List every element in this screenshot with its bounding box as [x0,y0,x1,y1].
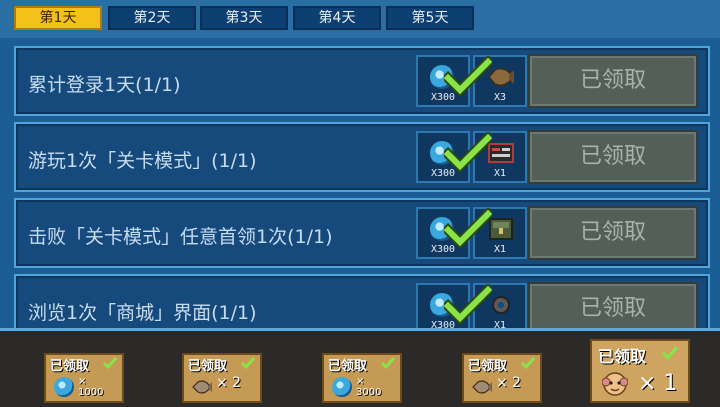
quantity-prefix: × [78,376,87,387]
coin-icon [54,377,74,397]
claimed-button[interactable]: 已领取 [528,130,698,184]
task-label: 累计登录1天(1/1) [28,74,181,96]
claimed-button[interactable]: 已领取 [528,206,698,260]
fish-icon [472,380,492,394]
tab-day-1[interactable]: 第1天 [14,6,102,30]
task-row: 累计登录1天(1/1) X300 X3 已领取 [14,46,710,116]
quantity-value: 1000 [78,387,104,398]
check-icon [380,357,396,370]
milestone-quantity: × 1 [638,371,678,396]
task-label: 击败「关卡模式」任意首领1次(1/1) [28,226,333,248]
task-row: 游玩1次「关卡模式」(1/1) X300 X1 已领取 [14,122,710,192]
task-row: 击败「关卡模式」任意首领1次(1/1) X300 X1 已领取 [14,198,710,268]
claimed-button[interactable]: 已领取 [528,54,698,108]
check-icon [520,357,536,370]
quantity-prefix: × [356,376,365,387]
tab-day-5[interactable]: 第5天 [386,6,474,30]
milestone-chest[interactable]: 已领取 × 3000 [322,353,402,403]
task-row: 浏览1次「商城」界面(1/1) X300 X1 已领取 [14,274,710,328]
milestone-quantity: × 2 [496,375,522,391]
check-icon [102,357,118,370]
tab-day-4[interactable]: 第4天 [293,6,381,30]
day-tabs: 第1天 第2天 第3天 第4天 第5天 [0,0,720,38]
check-icon [444,132,492,172]
check-icon [661,346,679,361]
monkey-icon [602,372,628,396]
milestone-quantity: × 3000 [356,376,381,398]
milestone-quantity: × 1000 [78,376,103,398]
task-label: 浏览1次「商城」界面(1/1) [28,302,257,324]
check-icon [444,284,492,324]
milestone-status: 已领取 [468,359,508,374]
milestone-chest-final[interactable]: 已领取 × 1 [590,339,690,403]
tab-day-3[interactable]: 第3天 [200,6,288,30]
milestone-status: 已领取 [188,359,228,374]
milestone-chest[interactable]: 已领取 × 1000 [44,353,124,403]
milestone-chest[interactable]: 已领取 × 2 [462,353,542,403]
task-list[interactable]: 累计登录1天(1/1) X300 X3 已领取 游玩1次「关卡模式」(1/1) … [0,38,720,328]
task-label: 游玩1次「关卡模式」(1/1) [28,150,257,172]
check-icon [240,357,256,370]
milestone-status: 已领取 [598,347,647,366]
tab-day-2[interactable]: 第2天 [108,6,196,30]
milestone-bar: 已领取 × 1000 已领取 × 2 已领取 × 3000 已领取 × 2 已领取 [0,328,720,407]
milestone-quantity: × 2 [216,375,242,391]
milestone-status: 已领取 [328,359,368,374]
milestone-chest[interactable]: 已领取 × 2 [182,353,262,403]
fish-icon [192,380,212,394]
milestone-status: 已领取 [50,359,90,374]
check-icon [444,56,492,96]
check-icon [444,208,492,248]
claimed-button[interactable]: 已领取 [528,282,698,328]
coin-icon [332,377,352,397]
quantity-value: 3000 [356,387,382,398]
